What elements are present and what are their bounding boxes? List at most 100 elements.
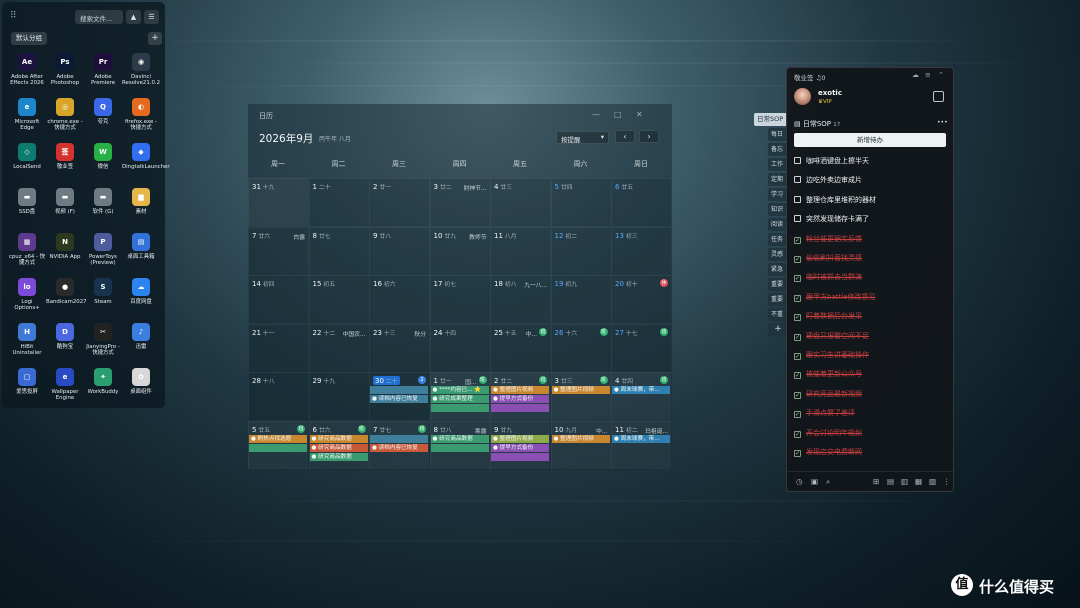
desktop-app-icon[interactable]: Q 夸克: [84, 98, 122, 125]
calendar-day-cell[interactable]: 24 十四: [429, 323, 490, 372]
desktop-app-icon[interactable]: ▆ 素材: [122, 188, 160, 215]
todo-checkbox[interactable]: [794, 176, 801, 184]
group-tab-default[interactable]: 默认分组: [11, 32, 47, 45]
desktop-app-icon[interactable]: ✂ JianyingPro - 快捷方式: [84, 323, 122, 357]
calendar-day-cell[interactable]: 10 九月 中...: [550, 420, 611, 469]
todo-checkbox[interactable]: ✓: [794, 391, 801, 399]
calendar-event[interactable]: ● 研究商品数据: [430, 434, 489, 443]
drag-handle-icon[interactable]: ⠿: [10, 11, 17, 21]
calendar-event[interactable]: ● 研究商品数据: [309, 452, 368, 461]
todo-checkbox[interactable]: ✓: [794, 294, 801, 302]
todo-item[interactable]: ✓ 盯着数据后台发呆: [794, 311, 944, 323]
category-tab[interactable]: 知识: [768, 203, 788, 216]
calendar-day-cell[interactable]: 21 十一: [248, 323, 308, 372]
clock-icon[interactable]: ◷: [796, 477, 803, 486]
desktop-app-icon[interactable]: ◐ firefox.exe - 快捷方式: [122, 98, 160, 132]
calendar-event[interactable]: ● 研究商品数据: [309, 434, 368, 443]
todo-item[interactable]: ✓ 手滑点赞了差评: [794, 408, 944, 420]
desktop-app-icon[interactable]: ▬ 软件 (G): [84, 188, 122, 215]
todo-item[interactable]: ✓ 跟实习生讲基础操作: [794, 350, 944, 362]
calendar-icon[interactable]: ▣: [811, 477, 818, 486]
todo-item[interactable]: 边吃外卖边审成片: [794, 175, 944, 187]
desktop-app-icon[interactable]: ◇ LocalSend: [8, 143, 46, 170]
add-group-button[interactable]: +: [148, 32, 162, 45]
category-tab[interactable]: 定期: [768, 173, 788, 186]
calendar-event[interactable]: [430, 404, 489, 412]
category-tab[interactable]: 工作: [768, 158, 788, 171]
desktop-app-icon[interactable]: ▬ SSD盘: [8, 188, 46, 215]
calendar-event[interactable]: [249, 443, 307, 452]
todo-item[interactable]: ✓ 研究竞品最新视频: [794, 389, 944, 401]
calendar-day-cell[interactable]: 17 初七: [429, 275, 490, 323]
calendar-event[interactable]: ● 整理图片视频: [551, 434, 610, 443]
calendar-event[interactable]: ● 提早方式备份: [491, 443, 549, 452]
calendar-event[interactable]: ● 读档内容已恢复: [370, 395, 428, 403]
calendar-day-cell[interactable]: 13 初三: [611, 226, 671, 275]
panel-menu-button[interactable]: ☰: [144, 10, 159, 24]
todo-checkbox[interactable]: [794, 195, 801, 203]
todo-checkbox[interactable]: ✓: [794, 256, 801, 263]
calendar-event[interactable]: ● 刷热点找选题: [249, 434, 307, 443]
todo-checkbox[interactable]: [794, 157, 801, 164]
todo-checkbox[interactable]: ✓: [794, 353, 801, 360]
desktop-app-icon[interactable]: Ps Adobe Photoshop: [46, 53, 84, 87]
category-tab[interactable]: 每日: [768, 128, 788, 141]
desktop-app-icon[interactable]: H HiBit Uninstaller: [8, 323, 46, 357]
grid-icon[interactable]: ▥: [901, 477, 908, 486]
desktop-app-icon[interactable]: ▦ cpuz_x64 - 快捷方式: [8, 233, 46, 267]
menu-icon[interactable]: ≡: [925, 71, 931, 79]
calendar-event[interactable]: ● 整理图片视频: [491, 386, 549, 394]
new-task-button[interactable]: 新增待办: [794, 133, 946, 147]
calendar-day-cell[interactable]: 8 廿七: [308, 226, 369, 275]
desktop-app-icon[interactable]: ✦ WorkBuddy: [84, 368, 122, 395]
desktop-app-icon[interactable]: Ae Adobe After Effects 2026: [8, 53, 46, 87]
todo-checkbox[interactable]: ✓: [794, 314, 801, 322]
desktop-app-icon[interactable]: ▬ 视频 (F): [46, 188, 84, 215]
calendar-day-cell[interactable]: 7 廿六 白露: [248, 226, 308, 275]
search-icon[interactable]: ⌕: [826, 477, 830, 487]
todo-checkbox[interactable]: ✓: [794, 275, 801, 283]
desktop-app-icon[interactable]: ◉ Davinci Resolve21.0.2: [122, 53, 160, 87]
calendar-day-cell[interactable]: 4 廿三: [490, 178, 550, 226]
calendar-day-cell[interactable]: 18 初八 九一八...: [490, 275, 550, 323]
calendar-event[interactable]: ● 整理图片视频: [491, 434, 549, 443]
calendar-day-cell[interactable]: 5 廿四: [550, 178, 611, 226]
list-icon[interactable]: ▤: [887, 477, 894, 486]
desktop-app-icon[interactable]: ▤ 桌面工具箱: [122, 233, 160, 260]
folder-icon[interactable]: ▦: [915, 477, 922, 486]
calendar-day-cell[interactable]: 19 初九: [550, 275, 611, 323]
desktop-app-icon[interactable]: ☁ 百度网盘: [122, 278, 160, 305]
calendar-day-cell[interactable]: 3 廿二 财神节...: [429, 178, 490, 226]
calendar-day-cell[interactable]: 29 十九: [308, 372, 369, 420]
month-title[interactable]: 2026年9月: [259, 131, 313, 146]
calendar-day-cell[interactable]: 16 初六: [369, 275, 429, 323]
calendar-day-cell[interactable]: 31 十九: [248, 178, 308, 226]
todo-checkbox[interactable]: ✓: [794, 450, 801, 457]
calendar-event[interactable]: [491, 404, 549, 412]
desktop-app-icon[interactable]: W 微信: [84, 143, 122, 170]
more-icon[interactable]: ⋮: [943, 477, 951, 486]
category-tab[interactable]: 灵感: [768, 248, 788, 261]
maximize-button[interactable]: □: [614, 110, 622, 119]
calendar-day-cell[interactable]: 14 初四: [248, 275, 308, 323]
todo-item[interactable]: ✓ 发现店交电费断网: [794, 447, 944, 459]
file-search-input[interactable]: 搜索文件...: [75, 10, 123, 24]
todo-checkbox[interactable]: ✓: [794, 430, 801, 438]
calendar-day-cell[interactable]: 12 初二: [550, 226, 611, 275]
calendar-event[interactable]: [491, 452, 549, 461]
desktop-app-icon[interactable]: P PowerToys (Preview): [84, 233, 122, 267]
todo-item[interactable]: ✓ 临时被抓去当群演: [794, 272, 944, 284]
desktop-app-icon[interactable]: ◎ chrome.exe - 快捷方式: [46, 98, 84, 132]
category-tab[interactable]: 备忘: [768, 143, 788, 156]
todo-item[interactable]: 整理仓库里堆积的器材: [794, 195, 944, 207]
calendar-event[interactable]: [370, 434, 428, 443]
todo-checkbox[interactable]: [794, 215, 801, 223]
calendar-day-cell[interactable]: 2 廿一: [369, 178, 429, 226]
todo-item[interactable]: 咖啡洒键盘上擦半天: [794, 156, 944, 168]
desktop-app-icon[interactable]: 签敬业签: [46, 143, 84, 170]
desktop-app-icon[interactable]: D 酷狗宝: [46, 323, 84, 350]
avatar[interactable]: [794, 88, 811, 105]
desktop-app-icon[interactable]: ✿ 桌面组件: [122, 368, 160, 395]
calendar-day-cell[interactable]: 28 十八: [248, 372, 308, 420]
category-tab[interactable]: 紧急: [768, 263, 788, 276]
